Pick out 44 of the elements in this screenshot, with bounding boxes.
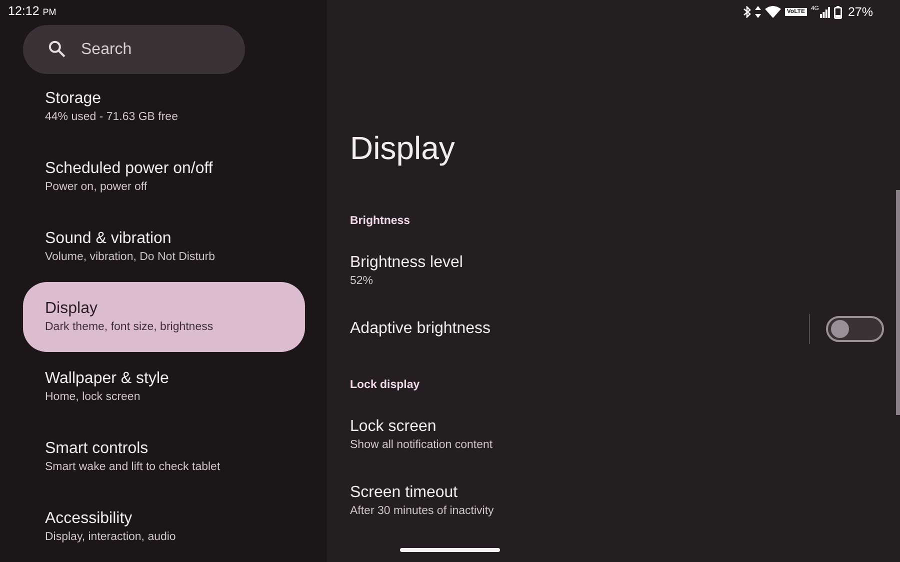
sidebar-item[interactable]: Storage 44% used - 71.63 GB free <box>23 72 305 142</box>
toggle-switch[interactable] <box>826 316 884 342</box>
setting-row[interactable]: Brightness level 52% <box>350 238 463 304</box>
item-title: Scheduled power on/off <box>45 159 214 179</box>
setting-row[interactable]: Screen timeout After 30 minutes of inactivity <box>350 468 494 534</box>
sidebar-item[interactable]: Smart controls Smart wake and lift to check tablet <box>23 422 305 492</box>
gesture-handle[interactable] <box>400 548 500 552</box>
sidebar-item[interactable]: Display Dark theme, font size, brightness <box>23 282 305 352</box>
item-subtitle: Dark theme, font size, brightness <box>45 320 214 335</box>
item-subtitle: Power on, power off <box>45 180 148 195</box>
wifi-icon <box>764 6 781 18</box>
item-title: Smart controls <box>45 439 150 459</box>
setting-title: Brightness level <box>350 253 463 273</box>
sidebar-item[interactable]: Wallpaper & style Home, lock screen <box>23 352 305 422</box>
item-title: Display <box>45 299 98 319</box>
item-subtitle: Display, interaction, audio <box>45 530 177 545</box>
item-subtitle: 44% used - 71.63 GB free <box>45 110 179 125</box>
search-field[interactable]: Search <box>23 25 245 74</box>
setting-title: Adaptive brightness <box>350 319 492 339</box>
section-header: Brightness <box>350 214 410 229</box>
item-title: Accessibility <box>45 509 134 529</box>
clock: 12:12 PM <box>8 4 56 18</box>
setting-summary: Show all notification content <box>350 438 493 453</box>
signal-icon <box>820 6 830 18</box>
item-title: Wallpaper & style <box>45 369 170 389</box>
page-title: Display <box>350 129 456 168</box>
setting-title: Lock screen <box>350 417 438 437</box>
item-title: Sound & vibration <box>45 229 172 249</box>
sidebar-item[interactable]: Sound & vibration Volume, vibration, Do Not Disturb <box>23 212 305 282</box>
item-subtitle: Volume, vibration, Do Not Disturb <box>45 250 216 265</box>
setting-title: Screen timeout <box>350 483 459 503</box>
item-title: Storage <box>45 89 102 109</box>
section-header: Lock display <box>350 378 420 393</box>
sidebar-item[interactable]: Scheduled power on/off Power on, power off <box>23 142 305 212</box>
setting-summary: After 30 minutes of inactivity <box>350 504 494 519</box>
item-subtitle: Home, lock screen <box>45 390 142 405</box>
sidebar-item[interactable]: Accessibility Display, interaction, audio <box>23 492 305 562</box>
setting-row[interactable]: Lock screen Show all notification content <box>350 402 493 468</box>
item-subtitle: Smart wake and lift to check tablet <box>45 460 222 475</box>
battery-icon <box>834 6 842 18</box>
data-arrows-icon <box>754 6 761 18</box>
battery-percent: 27% <box>848 5 873 19</box>
setting-summary: 52% <box>350 274 374 289</box>
bluetooth-icon <box>742 6 751 18</box>
